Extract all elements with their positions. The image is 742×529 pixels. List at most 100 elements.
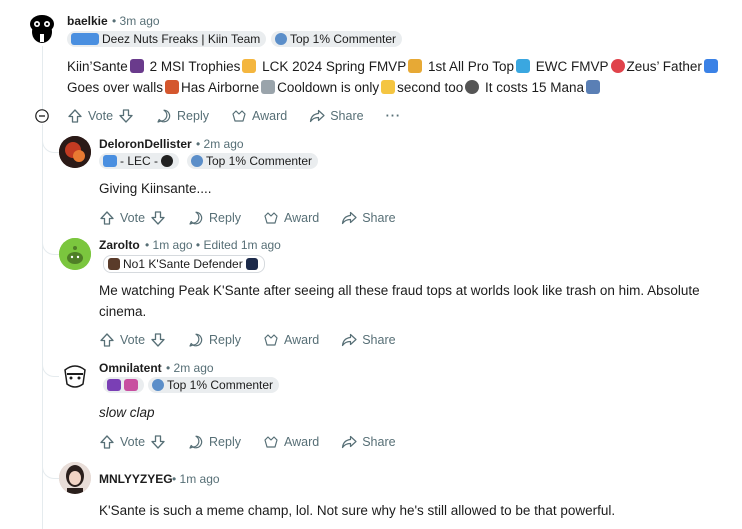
upvote-icon[interactable]	[67, 108, 83, 124]
team-logo-icon	[245, 258, 258, 270]
comment-meta: • 2m ago	[166, 361, 214, 375]
reply-button[interactable]: Reply	[188, 434, 241, 450]
droplets-emoji-icon	[516, 59, 531, 73]
timestamp: 1m ago	[152, 238, 193, 252]
avatar[interactable]	[59, 238, 91, 270]
text-fragment: Has Airborne	[181, 80, 260, 95]
award-button[interactable]: Award	[263, 434, 319, 450]
vote-control: Vote	[67, 108, 134, 124]
award-button[interactable]: Award	[263, 210, 319, 226]
snoo-avatar-icon	[59, 238, 91, 270]
flair-text: Top 1% Commenter	[167, 378, 274, 392]
champion-portrait-icon	[107, 379, 121, 391]
commenter-badge-icon	[152, 379, 164, 391]
reply-button[interactable]: Reply	[188, 332, 241, 348]
flair-text: No1 K'Sante Defender	[123, 257, 243, 271]
reply-button[interactable]: Reply	[156, 108, 209, 124]
separator: •	[112, 14, 117, 28]
text-fragment: Kiin’Sante	[67, 59, 128, 74]
share-label: Share	[362, 333, 396, 347]
avatar[interactable]	[59, 360, 91, 392]
share-button[interactable]: Share	[341, 332, 396, 348]
more-options-button[interactable]: ···	[386, 109, 402, 123]
upvote-icon[interactable]	[99, 332, 115, 348]
separator: •	[195, 238, 201, 252]
comment-actions: Vote Reply Award Share ···	[67, 105, 423, 127]
reply-label: Reply	[209, 333, 241, 347]
username[interactable]: MNLYYZYEG	[99, 472, 173, 486]
user-flair: Deez Nuts Freaks | Kiin Team	[67, 31, 267, 47]
comment-meta: • 2m ago	[196, 137, 244, 151]
reply-label: Reply	[177, 109, 209, 123]
share-label: Share	[330, 109, 364, 123]
upvote-icon[interactable]	[99, 210, 115, 226]
flair-text: Deez Nuts Freaks | Kiin Team	[102, 32, 261, 46]
timestamp: 2m ago	[203, 137, 244, 151]
vote-control: Vote	[99, 434, 166, 450]
award-label: Award	[252, 109, 288, 123]
separator: •	[145, 238, 150, 252]
edited-label: Edited 1m ago	[203, 238, 281, 252]
share-button[interactable]: Share	[341, 434, 396, 450]
point-up-emoji-icon	[381, 80, 396, 94]
reply-button[interactable]: Reply	[188, 210, 241, 226]
muscle-emoji-icon	[242, 59, 257, 73]
comment-body: Kiin’Sante 2 MSI Trophies LCK 2024 Sprin…	[67, 56, 727, 98]
reply-icon	[157, 109, 171, 123]
reply-connector	[42, 124, 59, 153]
username[interactable]: Zarolto	[99, 238, 140, 252]
avatar[interactable]	[59, 462, 91, 494]
text-fragment: Zeus’ Father	[626, 59, 702, 74]
reply-label: Reply	[209, 211, 241, 225]
prohibited-emoji-icon	[610, 59, 625, 73]
share-icon	[342, 333, 357, 347]
downvote-icon[interactable]	[150, 210, 166, 226]
award-icon	[232, 110, 246, 122]
username[interactable]: DeloronDellister	[99, 137, 192, 151]
text-fragment: EWC FMVP	[535, 59, 609, 74]
reply-label: Reply	[209, 435, 241, 449]
downvote-icon[interactable]	[150, 434, 166, 450]
username[interactable]: Omnilatent	[99, 361, 162, 375]
comment-body: K'Sante is such a meme champ, lol. Not s…	[99, 503, 616, 518]
avatar[interactable]	[26, 12, 58, 44]
share-button[interactable]: Share	[309, 108, 364, 124]
snoo-avatar-icon	[30, 15, 54, 43]
username[interactable]: baelkie	[67, 14, 108, 28]
timestamp: 1m ago	[179, 472, 220, 486]
comment-meta: • 1m ago • Edited 1m ago	[145, 238, 281, 252]
award-label: Award	[284, 333, 320, 347]
award-icon	[264, 212, 278, 224]
snoo-avatar-icon	[64, 365, 86, 388]
commenter-badge-icon	[191, 155, 203, 167]
avatar[interactable]	[59, 136, 91, 168]
more-icon: ···	[385, 109, 402, 123]
vote-control: Vote	[99, 210, 166, 226]
separator: •	[172, 472, 177, 486]
reply-icon	[189, 435, 203, 449]
upvote-icon[interactable]	[99, 434, 115, 450]
user-flair: - LEC -	[99, 153, 180, 169]
vote-label: Vote	[120, 211, 146, 225]
comment-meta: • 1m ago	[172, 472, 220, 486]
lec-logo-icon	[103, 155, 117, 167]
flair-text: Top 1% Commenter	[206, 154, 313, 168]
comment-body: Giving Kiinsante....	[99, 181, 212, 196]
comment-body: slow clap	[99, 405, 155, 420]
collapse-thread-button[interactable]	[35, 109, 49, 123]
share-button[interactable]: Share	[341, 210, 396, 226]
vote-label: Vote	[88, 109, 114, 123]
crown-emoji-icon	[408, 59, 423, 73]
downvote-icon[interactable]	[118, 108, 134, 124]
reply-connector	[42, 450, 59, 479]
tornado-emoji-icon	[261, 80, 276, 94]
award-button[interactable]: Award	[231, 108, 287, 124]
text-fragment: 2 MSI Trophies	[149, 59, 241, 74]
downvote-icon[interactable]	[150, 332, 166, 348]
share-icon	[310, 109, 325, 123]
shield-emoji-icon	[703, 59, 718, 73]
comment-actions: Vote Reply Award Share	[99, 329, 418, 351]
vote-label: Vote	[120, 435, 146, 449]
person-emoji-icon	[129, 59, 144, 73]
award-button[interactable]: Award	[263, 332, 319, 348]
